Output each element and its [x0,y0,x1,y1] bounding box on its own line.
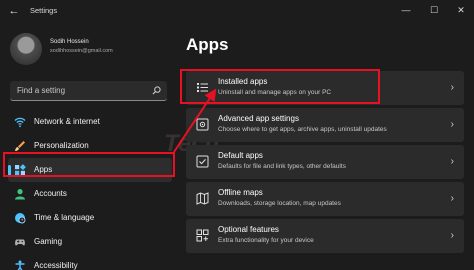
sidebar-item-label: Apps [34,165,53,174]
chevron-right-icon: › [450,193,454,204]
card-subtitle: Uninstall and manage apps on your PC [218,89,332,96]
person-icon [15,189,25,200]
sidebar-item-personalization[interactable]: Personalization [8,134,172,158]
map-icon [196,192,209,205]
chevron-right-icon: › [450,156,454,167]
brush-icon [15,141,25,151]
sidebar-item-accounts[interactable]: Accounts [8,182,172,206]
sidebar-item-label: Time & language [34,213,95,222]
card-subtitle: Choose where to get apps, archive apps, … [218,126,387,133]
list-icon [197,83,208,92]
sidebar-item-accessibility[interactable]: Accessibility [8,254,172,270]
avatar [10,33,42,65]
default-apps-icon [196,155,209,168]
card-subtitle: Downloads, storage location, map updates [218,200,341,207]
sidebar-item-time-language[interactable]: Time & language [8,206,172,230]
chevron-right-icon: › [450,119,454,130]
search-input[interactable]: Find a setting [10,81,167,101]
sidebar-item-label: Personalization [34,141,89,150]
title-bar: ← Settings — ☐ ✕ [0,0,474,22]
search-placeholder: Find a setting [17,86,66,95]
apps-icon [15,164,26,175]
card-title: Installed apps [218,77,268,86]
apps-card-list: Installed apps Uninstall and manage apps… [186,71,464,256]
card-subtitle: Defaults for file and link types, other … [218,163,346,170]
close-button[interactable]: ✕ [454,3,468,17]
card-title: Optional features [218,225,279,234]
sidebar-item-gaming[interactable]: Gaming [8,230,172,254]
card-installed-apps[interactable]: Installed apps Uninstall and manage apps… [186,71,464,105]
accessibility-icon [15,260,25,270]
sidebar-item-network[interactable]: Network & internet [8,110,172,134]
sidebar-item-label: Network & internet [34,117,100,126]
card-optional-features[interactable]: Optional features Extra functionality fo… [186,219,464,253]
gamepad-icon [15,239,25,246]
card-advanced-app-settings[interactable]: Advanced app settings Choose where to ge… [186,108,464,142]
chevron-right-icon: › [450,82,454,93]
sidebar-item-label: Gaming [34,237,63,246]
card-default-apps[interactable]: Default apps Defaults for file and link … [186,145,464,179]
chevron-right-icon: › [450,230,454,241]
card-title: Offline maps [218,188,263,197]
card-subtitle: Extra functionality for your device [218,237,314,244]
app-settings-icon [196,118,209,131]
wifi-icon [14,117,26,128]
globe-clock-icon [15,213,26,224]
sidebar-item-apps[interactable]: Apps [8,158,172,182]
user-name: Sodih Hossein [50,39,89,45]
app-title: Settings [30,6,58,15]
search-icon [152,86,161,95]
card-title: Default apps [218,151,263,160]
sidebar-item-label: Accessibility [34,261,78,270]
card-offline-maps[interactable]: Offline maps Downloads, storage location… [186,182,464,216]
active-indicator [8,165,11,176]
minimize-button[interactable]: — [399,3,413,17]
sidebar-item-label: Accounts [34,189,67,198]
maximize-button[interactable]: ☐ [427,3,441,17]
card-title: Advanced app settings [218,114,299,123]
sidebar-nav: Network & internet Personalization Apps … [8,110,172,270]
features-icon [196,229,209,242]
page-title: Apps [186,35,229,54]
user-email: sodihhossein@gmail.com [50,48,113,54]
back-button[interactable]: ← [8,5,20,17]
